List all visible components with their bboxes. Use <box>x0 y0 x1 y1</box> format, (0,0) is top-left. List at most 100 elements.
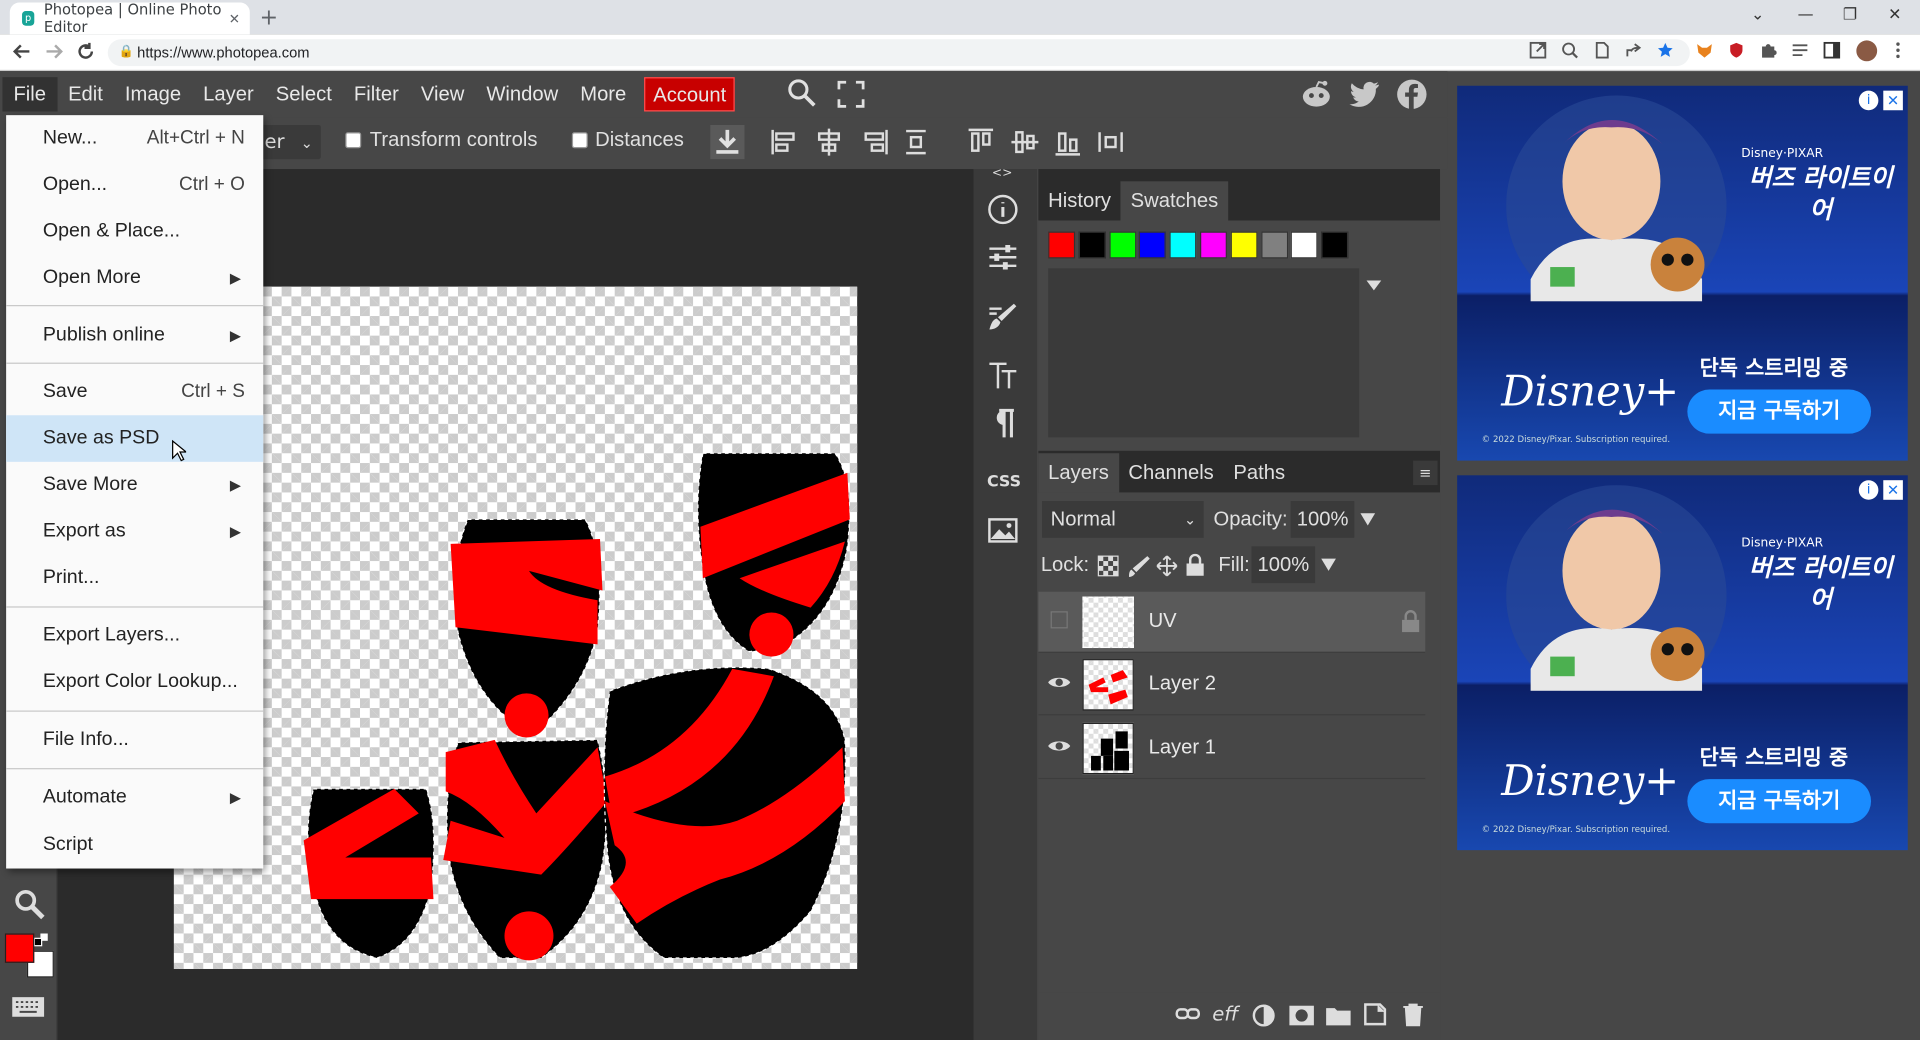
layer-row-uv[interactable]: UV <box>1038 591 1426 653</box>
zoom-tool-icon[interactable] <box>12 887 46 921</box>
share-icon[interactable] <box>1625 42 1642 59</box>
facebook-icon[interactable] <box>1396 78 1428 110</box>
ad-subscribe-button[interactable]: 지금 구독하기 <box>1687 389 1872 434</box>
back-icon[interactable] <box>12 43 32 60</box>
url-field[interactable]: 🔒 https://www.photopea.com <box>107 39 1690 67</box>
mask-icon[interactable] <box>1288 1005 1315 1027</box>
new-tab-button[interactable]: + <box>260 5 278 31</box>
maximize-button[interactable]: ❐ <box>1843 6 1857 24</box>
twitter-icon[interactable] <box>1349 78 1381 110</box>
link-icon[interactable] <box>1175 1005 1201 1025</box>
align-hcenter-icon[interactable] <box>814 127 843 156</box>
menu-edit[interactable]: Edit <box>57 77 114 111</box>
eye-icon[interactable] <box>1038 673 1080 696</box>
menu-item-script[interactable]: Script <box>6 822 263 869</box>
menu-select[interactable]: Select <box>265 77 343 111</box>
menu-item-export-layers[interactable]: Export Layers... <box>6 613 263 660</box>
folder-icon[interactable] <box>1325 1005 1352 1027</box>
align-right-icon[interactable] <box>860 127 889 156</box>
ad-banner-2[interactable]: Disney·PIXAR 버즈 라이트이어 Disney+ 단독 스트리밍 중 … <box>1457 475 1908 851</box>
menu-view[interactable]: View <box>410 77 475 111</box>
ad-banner-1[interactable]: Disney·PIXAR 버즈 라이트이어 Disney+ 단독 스트리밍 중 … <box>1457 85 1908 461</box>
info-icon[interactable] <box>987 194 1019 226</box>
swatch-color[interactable] <box>1048 231 1076 259</box>
lock-all-icon[interactable] <box>1185 553 1205 577</box>
opacity-dropdown-icon[interactable] <box>1359 512 1376 527</box>
menu-item-automate[interactable]: Automate ▶ <box>6 774 263 821</box>
align-vcenter-icon[interactable] <box>1010 127 1039 156</box>
brush-settings-icon[interactable] <box>987 301 1019 333</box>
menu-window[interactable]: Window <box>475 77 569 111</box>
open-in-app-icon[interactable] <box>1529 41 1547 59</box>
menu-more[interactable]: More <box>569 77 637 111</box>
menu-item-export-as[interactable]: Export as ▶ <box>6 508 263 555</box>
layer-row-layer-1[interactable]: Layer 1 <box>1038 718 1426 780</box>
swatch-color[interactable] <box>1260 231 1288 259</box>
zoom-icon[interactable] <box>1561 42 1578 59</box>
css-panel-button[interactable]: CSS <box>987 473 1021 491</box>
foreground-color-swatch[interactable] <box>4 933 35 963</box>
default-colors-icon[interactable] <box>34 933 49 948</box>
effects-icon[interactable]: eff <box>1212 1002 1238 1025</box>
menu-item-export-color-lookup[interactable]: Export Color Lookup... <box>6 659 263 706</box>
swatch-color[interactable] <box>1108 231 1136 259</box>
lock-transparency-icon[interactable] <box>1097 555 1119 577</box>
tab-search-icon[interactable]: ⌄ <box>1751 6 1764 24</box>
menu-item-new[interactable]: New... Alt+Ctrl + N <box>6 115 263 162</box>
tab-paths[interactable]: Paths <box>1224 453 1295 492</box>
align-bottom-icon[interactable] <box>1053 127 1082 156</box>
paragraph-icon[interactable] <box>987 408 1019 440</box>
ad-info-icon[interactable]: i <box>1858 480 1879 500</box>
adjustment-layer-icon[interactable] <box>1251 1003 1275 1028</box>
layer-row-layer-2[interactable]: Layer 2 <box>1038 654 1426 716</box>
image-panel-icon[interactable] <box>987 515 1019 547</box>
swatch-color[interactable] <box>1291 231 1319 259</box>
swatch-color[interactable] <box>1230 231 1258 259</box>
ad-close-icon[interactable]: ✕ <box>1883 480 1903 500</box>
swatch-color[interactable] <box>1078 231 1106 259</box>
auto-select-dropdown[interactable]: er ⌄ <box>259 124 321 160</box>
page-icon[interactable] <box>1593 41 1610 59</box>
panel-menu-icon[interactable]: ≡ <box>1413 460 1438 486</box>
fox-extension-icon[interactable] <box>1696 42 1713 59</box>
fill-field[interactable]: 100% <box>1251 546 1316 584</box>
visibility-toggle-off[interactable] <box>1038 610 1080 633</box>
fill-dropdown-icon[interactable] <box>1320 557 1337 572</box>
distribute-vertical-icon[interactable] <box>901 127 930 156</box>
kebab-menu-icon[interactable] <box>1889 42 1906 59</box>
menu-filter[interactable]: Filter <box>343 77 410 111</box>
distribute-horizontal-icon[interactable] <box>1096 127 1125 156</box>
trash-icon[interactable] <box>1401 1002 1425 1027</box>
menu-file[interactable]: File <box>2 77 58 112</box>
swatch-color[interactable] <box>1200 231 1227 259</box>
opacity-field[interactable]: 100% <box>1290 501 1355 538</box>
tab-history[interactable]: History <box>1038 181 1120 220</box>
menu-item-open-more[interactable]: Open More ▶ <box>6 255 263 302</box>
menu-layer[interactable]: Layer <box>192 77 265 111</box>
collapse-left-toggle[interactable]: <> <box>992 167 1013 180</box>
reddit-icon[interactable] <box>1300 78 1332 110</box>
profile-avatar-icon[interactable] <box>1856 40 1878 62</box>
shield-extension-icon[interactable] <box>1728 42 1745 59</box>
menu-item-open[interactable]: Open... Ctrl + O <box>6 162 263 209</box>
sidepanel-icon[interactable] <box>1823 41 1841 59</box>
keyboard-icon[interactable] <box>11 995 45 1020</box>
lock-pixels-icon[interactable] <box>1128 555 1150 577</box>
menu-item-open-place[interactable]: Open & Place... <box>6 208 263 255</box>
menu-item-publish-online[interactable]: Publish online ▶ <box>6 312 263 359</box>
character-icon[interactable] <box>987 359 1019 391</box>
ad-close-icon[interactable]: ✕ <box>1883 90 1903 111</box>
distances-checkbox[interactable] <box>571 132 588 149</box>
lock-position-icon[interactable] <box>1156 555 1178 577</box>
reload-icon[interactable] <box>76 42 96 62</box>
menu-item-save-more[interactable]: Save More ▶ <box>6 462 263 509</box>
tab-swatches[interactable]: Swatches <box>1120 181 1229 221</box>
puzzle-icon[interactable] <box>1760 42 1777 59</box>
ad-subscribe-button[interactable]: 지금 구독하기 <box>1687 779 1872 824</box>
align-top-icon[interactable] <box>966 127 995 156</box>
bookmark-star-icon[interactable] <box>1657 42 1674 59</box>
menu-item-print[interactable]: Print... <box>6 555 263 602</box>
reading-list-icon[interactable] <box>1791 42 1808 59</box>
ad-info-icon[interactable]: i <box>1858 90 1879 111</box>
swatch-options-icon[interactable] <box>1365 279 1382 291</box>
